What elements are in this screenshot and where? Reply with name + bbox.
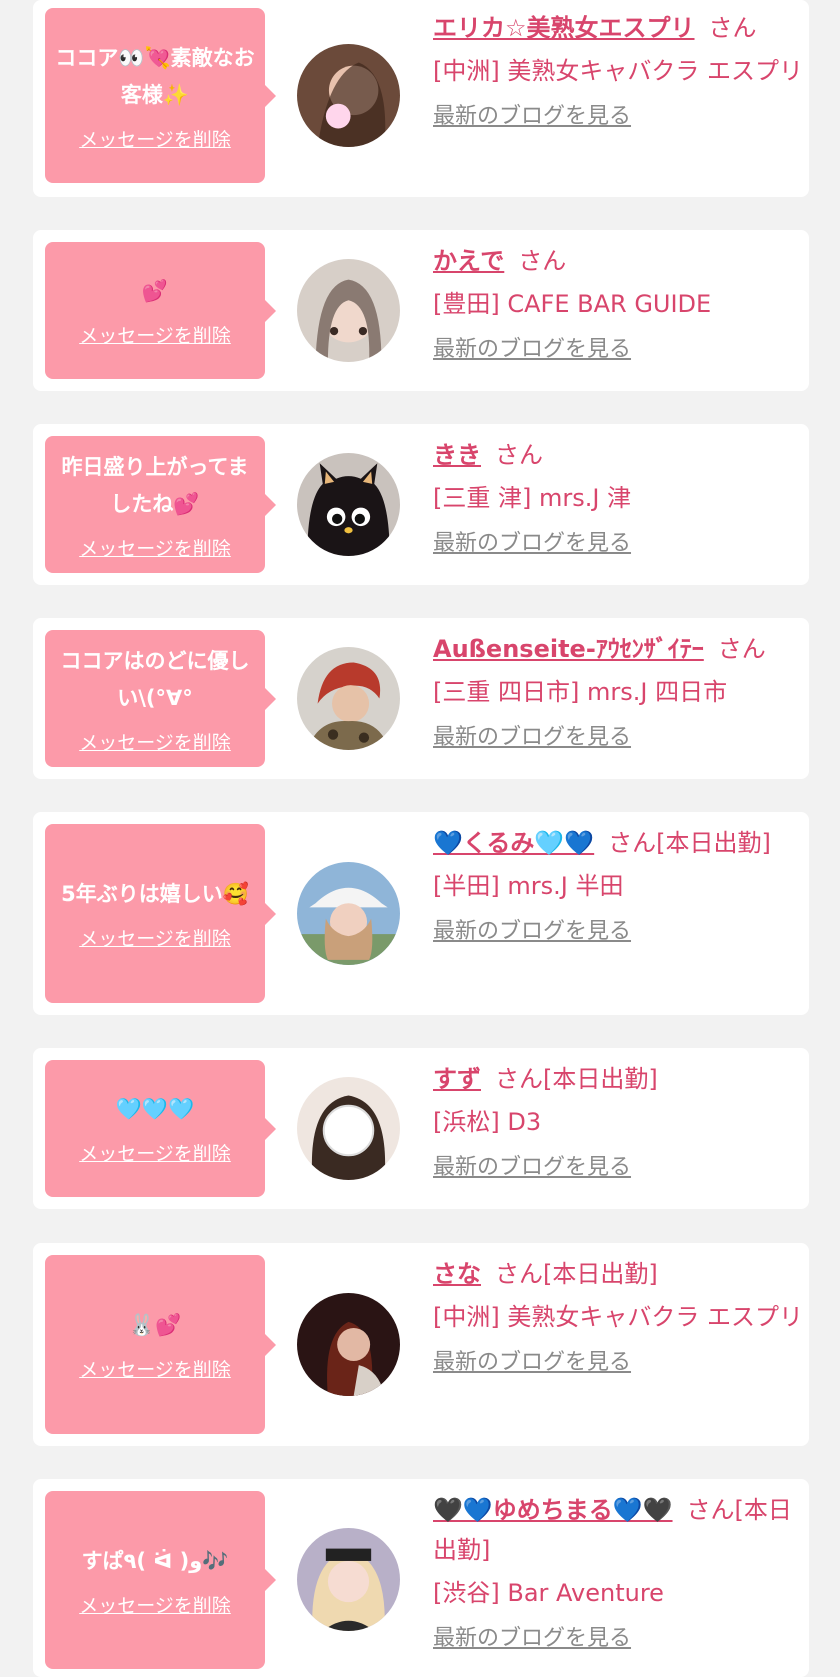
cast-name-link[interactable]: 🖤💙ゆめちまる💙🖤 — [433, 1496, 673, 1524]
delete-message-link[interactable]: メッセージを削除 — [79, 731, 231, 755]
cast-card: 🐰💕 メッセージを削除 さな さん[本日出勤] [中洲] 美熟女キャバクラ エスプ… — [33, 1243, 809, 1446]
cast-name-link[interactable]: かえで — [433, 247, 504, 275]
message-text: 5年ぶりは嬉しい🥰 — [61, 882, 249, 906]
avatar[interactable] — [297, 1528, 400, 1631]
avatar[interactable] — [297, 862, 400, 965]
message-bubble: 昨日盛り上がってましたね💕 メッセージを削除 — [45, 436, 276, 573]
delete-message-link[interactable]: メッセージを削除 — [79, 324, 231, 348]
name-suffix: さん — [518, 247, 567, 275]
avatar[interactable] — [297, 44, 400, 147]
delete-message-link[interactable]: メッセージを削除 — [79, 128, 231, 152]
avatar[interactable] — [297, 1293, 400, 1396]
cast-card: 5年ぶりは嬉しい🥰 メッセージを削除 💙くるみ🩵💙 さん[本日出勤] [半田] m… — [33, 812, 809, 1015]
cast-name-link[interactable]: Außenseite-ｱｳｾﾝｻﾞｲﾃｰ — [433, 635, 704, 663]
name-suffix: さん — [708, 14, 757, 42]
message-bubble: 5年ぶりは嬉しい🥰 メッセージを削除 — [45, 824, 276, 1003]
cast-info: 🖤💙ゆめちまる💙🖤 さん[本日出勤] [渋谷] Bar Aventure 最新のブ… — [433, 1490, 803, 1654]
avatar[interactable] — [297, 453, 400, 556]
delete-message-link[interactable]: メッセージを削除 — [79, 537, 231, 561]
delete-message-link[interactable]: メッセージを削除 — [79, 1594, 231, 1618]
cast-card: ココア👀💘素敵なお客様✨ メッセージを削除 エリカ☆美熟女エスプリ さん [中洲]… — [33, 0, 809, 197]
favorites-list: ココア👀💘素敵なお客様✨ メッセージを削除 エリカ☆美熟女エスプリ さん [中洲]… — [0, 0, 840, 1677]
view-blog-link[interactable]: 最新のブログを見る — [433, 102, 803, 132]
cast-info: きき さん [三重 津] mrs.J 津 最新のブログを見る — [433, 435, 803, 559]
avatar[interactable] — [297, 1077, 400, 1180]
view-blog-link[interactable]: 最新のブログを見る — [433, 1153, 803, 1183]
message-text: ココアはのどに優しい\(°∀° — [60, 648, 250, 710]
view-blog-link[interactable]: 最新のブログを見る — [433, 917, 803, 947]
cast-card: ココアはのどに優しい\(°∀° メッセージを削除 Außenseite-ｱｳｾﾝ… — [33, 618, 809, 779]
shop-name: [浜松] D3 — [433, 1108, 542, 1136]
cast-name-link[interactable]: きき — [433, 441, 481, 469]
message-bubble: ココア👀💘素敵なお客様✨ メッセージを削除 — [45, 8, 276, 183]
message-bubble: すぱ٩( ᐛ )و🎶 メッセージを削除 — [45, 1491, 276, 1669]
cast-name-link[interactable]: さな — [433, 1260, 481, 1288]
view-blog-link[interactable]: 最新のブログを見る — [433, 1348, 803, 1378]
cast-info: 💙くるみ🩵💙 さん[本日出勤] [半田] mrs.J 半田 最新のブログを見る — [433, 823, 803, 947]
message-text: 💕 — [141, 279, 169, 303]
message-text: 昨日盛り上がってましたね💕 — [61, 454, 249, 516]
view-blog-link[interactable]: 最新のブログを見る — [433, 1624, 803, 1654]
cast-name-link[interactable]: エリカ☆美熟女エスプリ — [433, 14, 695, 42]
view-blog-link[interactable]: 最新のブログを見る — [433, 335, 803, 365]
delete-message-link[interactable]: メッセージを削除 — [79, 1142, 231, 1166]
cast-card: 昨日盛り上がってましたね💕 メッセージを削除 きき さん [三重 津] mrs.J… — [33, 424, 809, 585]
delete-message-link[interactable]: メッセージを削除 — [79, 927, 231, 951]
cast-name-link[interactable]: すず — [433, 1065, 481, 1093]
name-suffix: さん[本日出勤] — [495, 1260, 658, 1288]
delete-message-link[interactable]: メッセージを削除 — [79, 1358, 231, 1382]
shop-name: [半田] mrs.J 半田 — [433, 872, 624, 900]
message-bubble: 🐰💕 メッセージを削除 — [45, 1255, 276, 1434]
shop-name: [三重 津] mrs.J 津 — [433, 484, 632, 512]
cast-info: すず さん[本日出勤] [浜松] D3 最新のブログを見る — [433, 1059, 803, 1183]
shop-name: [豊田] CAFE BAR GUIDE — [433, 290, 712, 318]
shop-name: [中洲] 美熟女キャバクラ エスプリ — [433, 57, 803, 85]
message-text: 🐰💕 — [128, 1313, 182, 1337]
view-blog-link[interactable]: 最新のブログを見る — [433, 529, 803, 559]
shop-name: [渋谷] Bar Aventure — [433, 1579, 664, 1607]
cast-card: 💕 メッセージを削除 かえで さん [豊田] CAFE BAR GUIDE 最新の… — [33, 230, 809, 391]
avatar[interactable] — [297, 259, 400, 362]
message-bubble: 🩵🩵🩵 メッセージを削除 — [45, 1060, 276, 1197]
cast-info: さな さん[本日出勤] [中洲] 美熟女キャバクラ エスプリ 最新のブログを見る — [433, 1254, 803, 1378]
avatar[interactable] — [297, 647, 400, 750]
name-suffix: さん[本日出勤] — [608, 829, 771, 857]
cast-name-link[interactable]: 💙くるみ🩵💙 — [433, 829, 594, 857]
shop-name: [中洲] 美熟女キャバクラ エスプリ — [433, 1303, 803, 1331]
message-text: すぱ٩( ᐛ )و🎶 — [81, 1548, 229, 1573]
view-blog-link[interactable]: 最新のブログを見る — [433, 723, 803, 753]
cast-info: Außenseite-ｱｳｾﾝｻﾞｲﾃｰ さん [三重 四日市] mrs.J 四日… — [433, 629, 803, 753]
message-bubble: 💕 メッセージを削除 — [45, 242, 276, 379]
cast-info: かえで さん [豊田] CAFE BAR GUIDE 最新のブログを見る — [433, 241, 803, 365]
message-text: 🩵🩵🩵 — [115, 1097, 195, 1121]
cast-card: 🩵🩵🩵 メッセージを削除 すず さん[本日出勤] [浜松] D3 最新のブログを見… — [33, 1048, 809, 1209]
name-suffix: さん[本日出勤] — [495, 1065, 658, 1093]
name-suffix: さん — [717, 635, 766, 663]
cast-info: エリカ☆美熟女エスプリ さん [中洲] 美熟女キャバクラ エスプリ 最新のブログを… — [433, 8, 803, 132]
message-bubble: ココアはのどに優しい\(°∀° メッセージを削除 — [45, 630, 276, 767]
shop-name: [三重 四日市] mrs.J 四日市 — [433, 678, 728, 706]
cast-card: すぱ٩( ᐛ )و🎶 メッセージを削除 🖤💙ゆめちまる💙🖤 さん[本日出勤] [渋… — [33, 1479, 809, 1677]
name-suffix: さん — [495, 441, 543, 469]
message-text: ココア👀💘素敵なお客様✨ — [55, 45, 255, 107]
